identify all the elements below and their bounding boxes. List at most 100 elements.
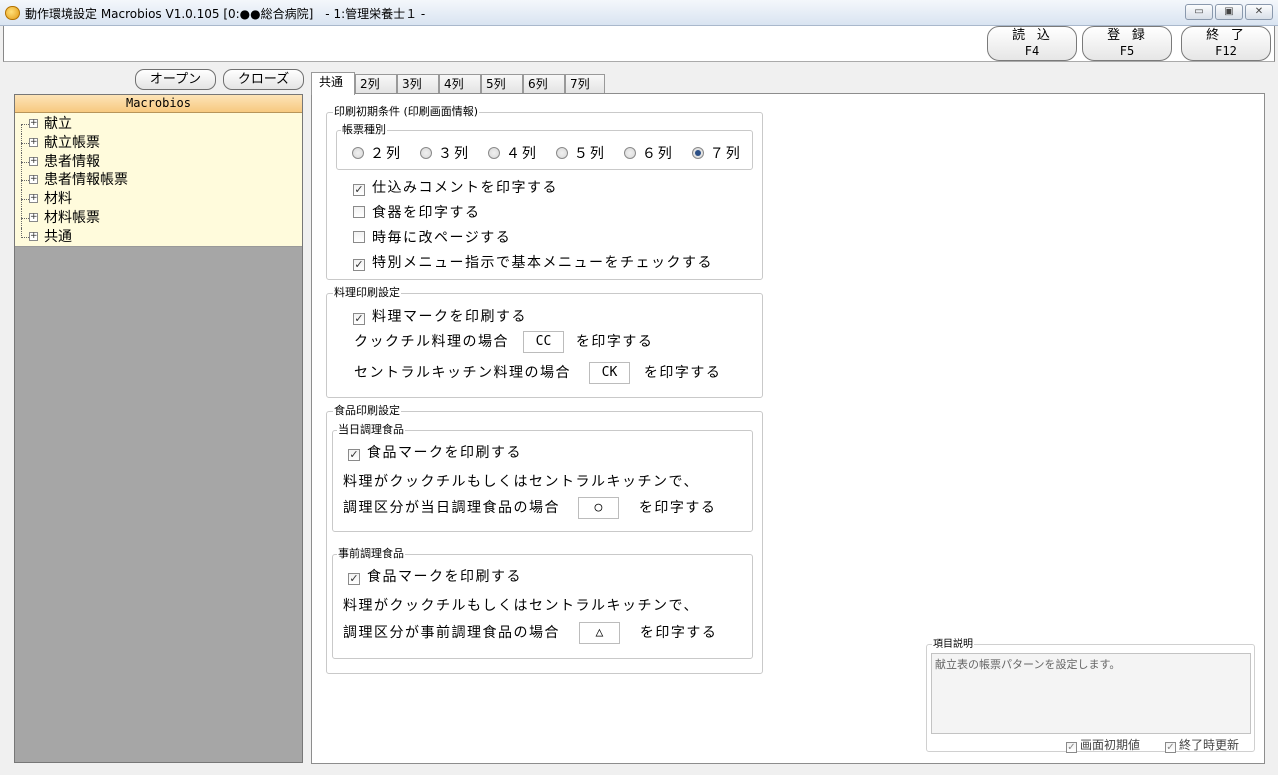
check-dish-mark[interactable]: ✓ 料理マークを印刷する: [353, 306, 527, 326]
expand-icon[interactable]: +: [29, 212, 38, 222]
tree-item[interactable]: + 共通: [15, 227, 302, 247]
central-label: セントラルキッチン料理の場合: [354, 365, 571, 381]
tree-item-label: 患者情報帳票: [44, 172, 128, 189]
save-button[interactable]: 登 録 F5: [1082, 26, 1172, 61]
expand-icon[interactable]: +: [29, 175, 38, 185]
tab-5col[interactable]: 5列: [481, 74, 523, 94]
close-window-button[interactable]: ✕: [1245, 4, 1273, 20]
app-icon: [5, 6, 20, 20]
initial-value-label: 画面初期値: [1080, 738, 1141, 752]
tab-7col[interactable]: 7列: [565, 74, 605, 94]
advance-line1: 料理がクックチルもしくはセントラルキッチンで、: [343, 598, 699, 614]
tree-item-label: 献立帳票: [44, 134, 100, 151]
check-special-menu[interactable]: ✓ 特別メニュー指示で基本メニューをチェックする: [353, 252, 713, 272]
tree-item-label: 共通: [44, 228, 72, 245]
exit-button-label: 終 了: [1206, 28, 1246, 43]
save-button-label: 登 録: [1107, 28, 1147, 43]
window-title: 動作環境設定 Macrobios V1.0.105 [0:●●総合病院] - 1…: [25, 7, 426, 21]
dish-print-legend: 料理印刷設定: [333, 286, 401, 300]
advance-row: 調理区分が事前調理食品の場合 △ を印字する: [343, 622, 717, 644]
check-prep-comment[interactable]: ✓ 仕込みコメントを印字する: [353, 177, 558, 197]
radio-5col[interactable]: ５列: [555, 143, 606, 163]
tree-item[interactable]: + 献立帳票: [15, 133, 302, 153]
tab-3col[interactable]: 3列: [397, 74, 439, 94]
check-label: 食器を印字する: [372, 205, 481, 221]
expand-icon[interactable]: +: [29, 231, 38, 241]
radio-icon: [623, 147, 636, 159]
title-bar: 動作環境設定 Macrobios V1.0.105 [0:●●総合病院] - 1…: [0, 0, 1278, 26]
tab-common[interactable]: 共通: [311, 72, 355, 95]
check-tableware[interactable]: 食器を印字する: [353, 202, 481, 222]
description-legend: 項目説明: [932, 638, 974, 652]
tree-item[interactable]: + 患者情報: [15, 152, 302, 172]
checkbox-icon: [353, 206, 365, 218]
print-init-legend: 印刷初期条件 (印刷画面情報): [333, 105, 480, 119]
radio-6col[interactable]: ６列: [623, 143, 674, 163]
checkbox-checked-icon: ✓: [353, 183, 365, 196]
update-on-exit-check[interactable]: ✓ 終了時更新: [1165, 736, 1239, 753]
sameday-suffix: を印字する: [638, 500, 717, 516]
food-print-group: 食品印刷設定 当日調理食品 ✓ 食品マークを印刷する 料理がクックチルもしくはセン…: [326, 404, 763, 674]
cookchill-input[interactable]: CC: [522, 331, 564, 353]
open-button[interactable]: オープン: [135, 69, 216, 90]
sameday-row: 調理区分が当日調理食品の場合 ○ を印字する: [343, 497, 716, 519]
sameday-input[interactable]: ○: [577, 497, 619, 519]
minimize-button[interactable]: ▭: [1185, 4, 1213, 20]
radio-label: ３列: [437, 146, 470, 162]
checkbox-checked-icon: ✓: [353, 258, 365, 271]
maximize-button[interactable]: ▣: [1215, 4, 1243, 20]
tree-item-label: 材料: [44, 191, 72, 208]
advance-input[interactable]: △: [578, 622, 620, 644]
tree-item[interactable]: + 献立: [15, 115, 302, 134]
checkbox-checked-icon: ✓: [353, 312, 365, 325]
tree-item[interactable]: + 患者情報帳票: [15, 171, 302, 191]
radio-3col[interactable]: ３列: [419, 143, 470, 163]
checkbox-checked-icon: ✓: [1165, 742, 1176, 753]
check-label: 食品マークを印刷する: [367, 569, 522, 585]
tree-item[interactable]: + 材料帳票: [15, 208, 302, 228]
tree-view: + 献立 + 献立帳票 + 患者情報 + 患者情報帳票 + 材料 + 材料帳票 …: [15, 113, 302, 247]
read-button[interactable]: 読 込 F4: [987, 26, 1077, 61]
expand-icon[interactable]: +: [29, 137, 38, 147]
expand-icon[interactable]: +: [29, 156, 38, 166]
check-advance-mark[interactable]: ✓ 食品マークを印刷する: [348, 566, 522, 586]
expand-icon[interactable]: +: [29, 119, 38, 128]
check-sameday-mark[interactable]: ✓ 食品マークを印刷する: [348, 442, 522, 462]
tree-item-label: 材料帳票: [44, 209, 100, 226]
initial-value-check[interactable]: ✓ 画面初期値: [1066, 736, 1140, 753]
tree-line: [21, 124, 22, 134]
tab-6col[interactable]: 6列: [523, 74, 565, 94]
radio-label: ７列: [709, 146, 742, 162]
check-label: 料理マークを印刷する: [372, 309, 527, 325]
advance-group: 事前調理食品 ✓ 食品マークを印刷する 料理がクックチルもしくはセントラルキッチン…: [332, 547, 753, 659]
central-suffix: を印字する: [643, 365, 722, 381]
tree-item[interactable]: + 材料: [15, 190, 302, 210]
sameday-line1: 料理がクックチルもしくはセントラルキッチンで、: [343, 474, 699, 490]
tree-item-label: 献立: [44, 116, 72, 132]
radio-4col[interactable]: ４列: [487, 143, 538, 163]
advance-suffix: を印字する: [639, 625, 718, 641]
cookchill-label: クックチル料理の場合: [354, 334, 509, 350]
food-print-legend: 食品印刷設定: [333, 404, 401, 418]
radio-icon: [352, 147, 364, 159]
checkbox-checked-icon: ✓: [348, 448, 360, 461]
cookchill-suffix: を印字する: [575, 334, 654, 350]
check-label: 時毎に改ページする: [372, 230, 512, 246]
description-text: 献立表の帳票パターンを設定します。: [931, 653, 1251, 734]
expand-icon[interactable]: +: [29, 194, 38, 204]
radio-7col[interactable]: ７列: [691, 143, 742, 163]
cookchill-row: クックチル料理の場合 CC を印字する: [354, 331, 653, 353]
toolbar: 読 込 F4 登 録 F5 終 了 F12: [3, 26, 1275, 62]
radio-icon: [555, 147, 568, 159]
close-tree-button[interactable]: クローズ: [223, 69, 304, 90]
radio-2col[interactable]: ２列: [352, 143, 402, 163]
check-page-break[interactable]: 時毎に改ページする: [353, 227, 511, 247]
radio-label: ６列: [641, 146, 674, 162]
form-type-legend: 帳票種別: [341, 123, 387, 137]
central-input[interactable]: CK: [588, 362, 630, 384]
radio-label: ２列: [370, 146, 402, 162]
exit-button[interactable]: 終 了 F12: [1181, 26, 1271, 61]
tab-2col[interactable]: 2列: [355, 74, 397, 94]
tab-4col[interactable]: 4列: [439, 74, 481, 94]
radio-label: ４列: [505, 146, 538, 162]
